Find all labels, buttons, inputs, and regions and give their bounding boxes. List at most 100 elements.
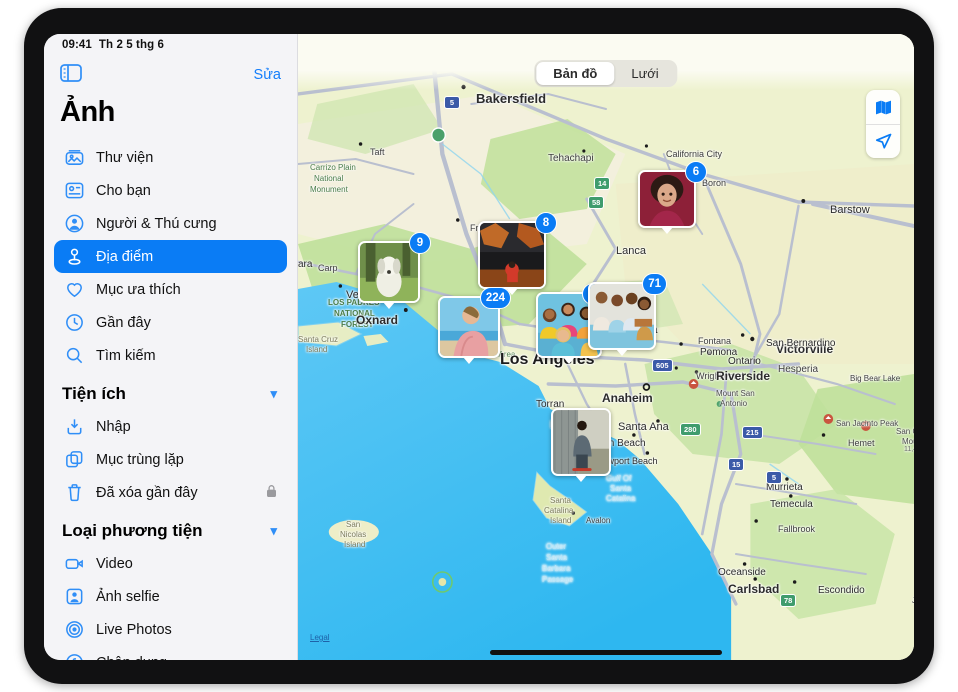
legal-link[interactable]: Legal	[310, 633, 330, 642]
photo-cluster-9[interactable]: 9	[358, 232, 431, 309]
photo-marker-skater[interactable]	[551, 408, 611, 482]
map-label: Island	[306, 345, 328, 354]
photos-library-icon	[64, 147, 85, 168]
map-label: Tehachapi	[548, 153, 594, 164]
status-bar-left: 09:41 Th 2 5 thg 6	[54, 34, 287, 56]
map-controls	[866, 90, 900, 158]
map-label: Boron	[702, 178, 727, 188]
sidebar-item-muc-ua-thich[interactable]: Mục ưa thích	[54, 273, 287, 306]
sidebar-item-chan-dung[interactable]: Chân dung	[54, 646, 287, 660]
map-label: Passage	[542, 575, 574, 584]
map-label: Mount San	[716, 389, 755, 398]
sidebar-item-label: Cho bạn	[96, 182, 151, 199]
sidebar-item-anh-selfie[interactable]: Ảnh selfie	[54, 580, 287, 613]
dog-photo	[358, 241, 420, 303]
map-label: Nicolas	[340, 530, 367, 539]
selfie-icon	[64, 586, 85, 607]
map-label: Big Bear Lake	[850, 374, 901, 383]
sidebar-item-label: Người & Thú cưng	[96, 215, 217, 232]
map-label: Antonio	[720, 399, 748, 408]
lock-icon	[266, 484, 277, 502]
tab-luoi[interactable]: Lưới	[614, 62, 675, 85]
import-icon	[64, 416, 85, 437]
map-label: Lanca	[616, 245, 646, 257]
sidebar-top-bar: Sửa	[54, 56, 287, 94]
trash-icon	[64, 482, 85, 503]
sidebar-item-da-xoa-gan-day[interactable]: Đã xóa gần đây	[54, 476, 287, 509]
photo-cluster-6[interactable]: 6	[638, 161, 707, 234]
stage-performance-photo	[478, 221, 546, 289]
home-indicator[interactable]	[490, 650, 722, 655]
cluster-count-badge: 8	[535, 212, 557, 234]
sidebar-item-dia-diem[interactable]: Địa điểm	[54, 240, 287, 273]
sidebar-item-label: Mục trùng lặp	[96, 451, 184, 468]
photos-sidebar: 09:41 Th 2 5 thg 6 Sửa Ảnh Thư viện Cho …	[44, 34, 298, 660]
section-title: Loại phương tiện	[62, 521, 203, 540]
map-label: California City	[666, 149, 723, 159]
sidebar-item-cho-ban[interactable]: Cho bạn	[54, 174, 287, 207]
sidebar-item-label: Ảnh selfie	[96, 588, 160, 605]
section-header-loai-phuong-tien[interactable]: Loại phương tiện ▾	[54, 509, 287, 547]
sidebar-item-live-photos[interactable]: Live Photos	[54, 613, 287, 646]
sidebar-item-muc-trung-lap[interactable]: Mục trùng lặp	[54, 443, 287, 476]
video-icon	[64, 553, 85, 574]
sidebar-item-label: Live Photos	[96, 621, 172, 638]
map-label: Barbara	[542, 564, 571, 573]
edit-button[interactable]: Sửa	[254, 67, 281, 83]
tab-ban-do[interactable]: Bản đồ	[536, 62, 615, 85]
sidebar-item-label: Địa điểm	[96, 248, 154, 265]
chevron-down-icon[interactable]: ▾	[270, 523, 277, 539]
sidebar-item-thu-vien[interactable]: Thư viện	[54, 141, 287, 174]
highway-shield: 5	[766, 471, 782, 484]
cluster-count-badge: 6	[685, 161, 707, 183]
highway-shield: 280	[680, 423, 701, 436]
map-pane[interactable]: BakersfieldTaftTehachapiFrazier ParkCarr…	[298, 34, 914, 660]
map-label: Catalina	[544, 506, 574, 515]
heart-icon	[64, 279, 85, 300]
chevron-down-icon[interactable]: ▾	[270, 386, 277, 402]
marker-tail	[563, 357, 575, 364]
cluster-count-badge: 224	[479, 287, 511, 309]
sidebar-item-nguoi-thu-cung[interactable]: Người & Thú cưng	[54, 207, 287, 240]
portrait-icon	[64, 652, 85, 660]
map-label: Hesperia	[778, 364, 819, 375]
map-label: Catalina	[606, 494, 636, 503]
sidebar-item-video[interactable]: Video	[54, 547, 287, 580]
sidebar-item-gan-day[interactable]: Gần đây	[54, 306, 287, 339]
locate-me-button[interactable]	[866, 124, 900, 158]
map-label: Oxnard	[356, 313, 399, 327]
map-layers-button[interactable]	[866, 90, 900, 124]
highway-shield: 15	[728, 458, 745, 471]
map-label: Hemet	[848, 438, 875, 448]
map-label: Barstow	[830, 204, 870, 216]
highway-shield: 14	[594, 177, 611, 190]
photo-cluster-71[interactable]: 71	[588, 273, 667, 356]
map-label: San	[346, 520, 361, 529]
marker-tail	[616, 349, 628, 356]
sidebar-item-tim-kiem[interactable]: Tìm kiếm	[54, 339, 287, 372]
highway-shield: 605	[652, 359, 673, 372]
sidebar-item-label: Gần đây	[96, 314, 151, 331]
clock-icon	[64, 312, 85, 333]
status-date: Th 2 5 thg 6	[98, 39, 165, 51]
highway-shield: 78	[780, 594, 797, 607]
section-title: Tiện ích	[62, 384, 126, 403]
map-label: Santa	[550, 496, 571, 505]
map-label: San Bernardino	[766, 338, 836, 349]
sidebar-toggle-icon[interactable]	[60, 63, 82, 87]
map-label: Fallbrook	[778, 524, 816, 534]
photo-cluster-224[interactable]: 224	[438, 287, 511, 364]
view-mode-segmented-control[interactable]: Bản đồ Lưới	[534, 60, 678, 87]
sidebar-item-nhap[interactable]: Nhập	[54, 410, 287, 443]
live-photos-icon	[64, 619, 85, 640]
marker-tail	[463, 357, 475, 364]
page-title: Ảnh	[60, 96, 115, 128]
map-label: Santa Cruz	[298, 335, 339, 344]
photo-cluster-8[interactable]: 8	[478, 212, 557, 295]
section-header-tien-ich[interactable]: Tiện ích ▾	[54, 372, 287, 410]
map-label: Fontana	[698, 336, 732, 346]
map-label: Avalon	[586, 516, 611, 525]
map-label: San Gorgonio	[896, 427, 914, 436]
sidebar-item-label: Tìm kiếm	[96, 347, 156, 364]
map-label: Carlsbad	[728, 582, 780, 596]
